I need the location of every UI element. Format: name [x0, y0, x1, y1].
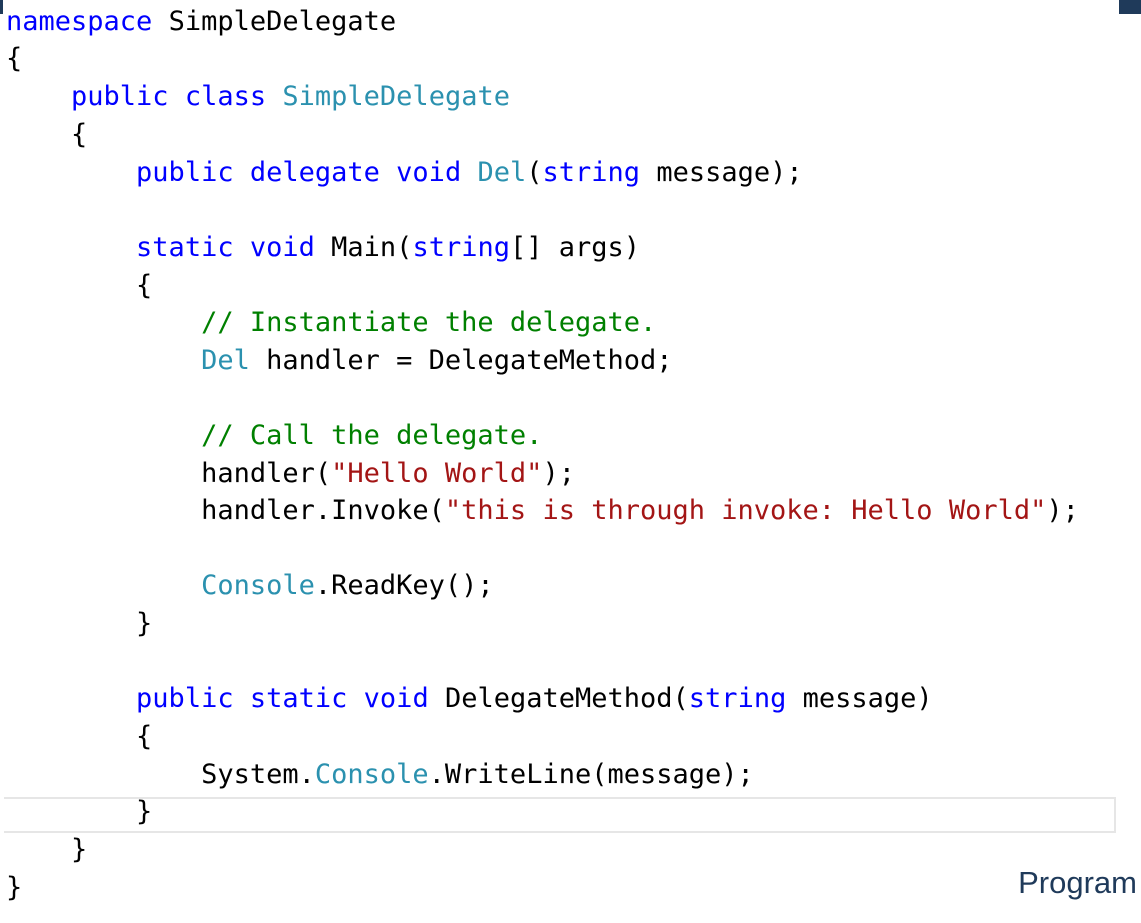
code-token: } [6, 872, 23, 903]
code-line-16: Console.ReadKey(); [6, 568, 494, 604]
code-token: namespace [6, 6, 153, 37]
code-token: { [6, 721, 153, 752]
code-line-22: } [6, 794, 152, 830]
code-token: // Call the delegate. [201, 420, 543, 451]
code-token: message); [640, 157, 803, 188]
code-token: public [136, 683, 234, 714]
code-line-24: } [6, 870, 22, 906]
code-line-23: } [6, 832, 87, 868]
code-token: System. [6, 759, 315, 790]
code-token: .WriteLine(message); [428, 759, 754, 790]
code-token: ( [526, 157, 543, 188]
code-line-20: { [6, 719, 152, 755]
code-line-9: // Instantiate the delegate. [6, 305, 656, 341]
code-token: "Hello World" [331, 458, 543, 489]
code-line-17: } [6, 606, 152, 642]
code-token: string [412, 232, 510, 263]
code-token: ); [542, 458, 575, 489]
code-token: { [6, 119, 88, 150]
code-token: void [396, 157, 462, 188]
code-token: [] args) [509, 232, 641, 263]
code-line-8: { [6, 268, 152, 304]
code-line-2: { [6, 41, 22, 77]
code-line-7: static void Main(string[] args) [6, 230, 640, 266]
program-label: Program [1018, 865, 1137, 900]
code-line-12: // Call the delegate. [6, 418, 542, 454]
code-token: SimpleDelegate [282, 81, 510, 112]
code-token: delegate [249, 157, 380, 188]
code-token: } [6, 608, 153, 639]
code-token: public [136, 157, 234, 188]
code-token: Console [314, 759, 429, 790]
code-line-19: public static void DelegateMethod(string… [6, 681, 933, 717]
code-line-21: System.Console.WriteLine(message); [6, 757, 754, 793]
code-token: Main( [314, 232, 413, 263]
top-left-corner-mark [0, 0, 3, 14]
code-token: static [249, 683, 348, 714]
code-token: // Instantiate the delegate. [201, 307, 657, 338]
code-editor[interactable]: namespace SimpleDelegate{ public class S… [4, 4, 1136, 909]
code-token: handler( [6, 458, 332, 489]
code-token: class [184, 81, 267, 112]
code-line-14: handler.Invoke("this is through invoke: … [6, 493, 1079, 529]
code-token: Del [477, 157, 527, 188]
code-token: ); [1046, 495, 1079, 526]
code-token: "this is through invoke: Hello World" [444, 495, 1047, 526]
code-token: void [363, 683, 429, 714]
current-line-highlight [4, 797, 1116, 833]
code-line-10: Del handler = DelegateMethod; [6, 343, 673, 379]
code-token: .ReadKey(); [314, 570, 494, 601]
code-token: } [6, 796, 153, 827]
code-token: handler = DelegateMethod; [249, 345, 673, 376]
code-token: Console [201, 570, 315, 601]
code-token: Del [201, 345, 250, 376]
code-token: static [136, 232, 234, 263]
code-line-5: public delegate void Del(string message)… [6, 155, 803, 191]
code-line-13: handler("Hello World"); [6, 456, 575, 492]
code-token: DelegateMethod( [428, 683, 689, 714]
code-token: string [542, 157, 641, 188]
code-token: message) [786, 683, 933, 714]
code-line-1: namespace SimpleDelegate [6, 4, 396, 40]
code-line-4: { [6, 117, 87, 153]
code-line-3: public class SimpleDelegate [6, 79, 510, 115]
code-token: string [688, 683, 787, 714]
code-token: { [6, 43, 23, 74]
code-token: { [6, 270, 153, 301]
code-token: public [71, 81, 169, 112]
code-token: void [249, 232, 315, 263]
code-token: handler.Invoke( [6, 495, 445, 526]
code-token: } [6, 834, 88, 865]
code-token: SimpleDelegate [152, 6, 397, 37]
